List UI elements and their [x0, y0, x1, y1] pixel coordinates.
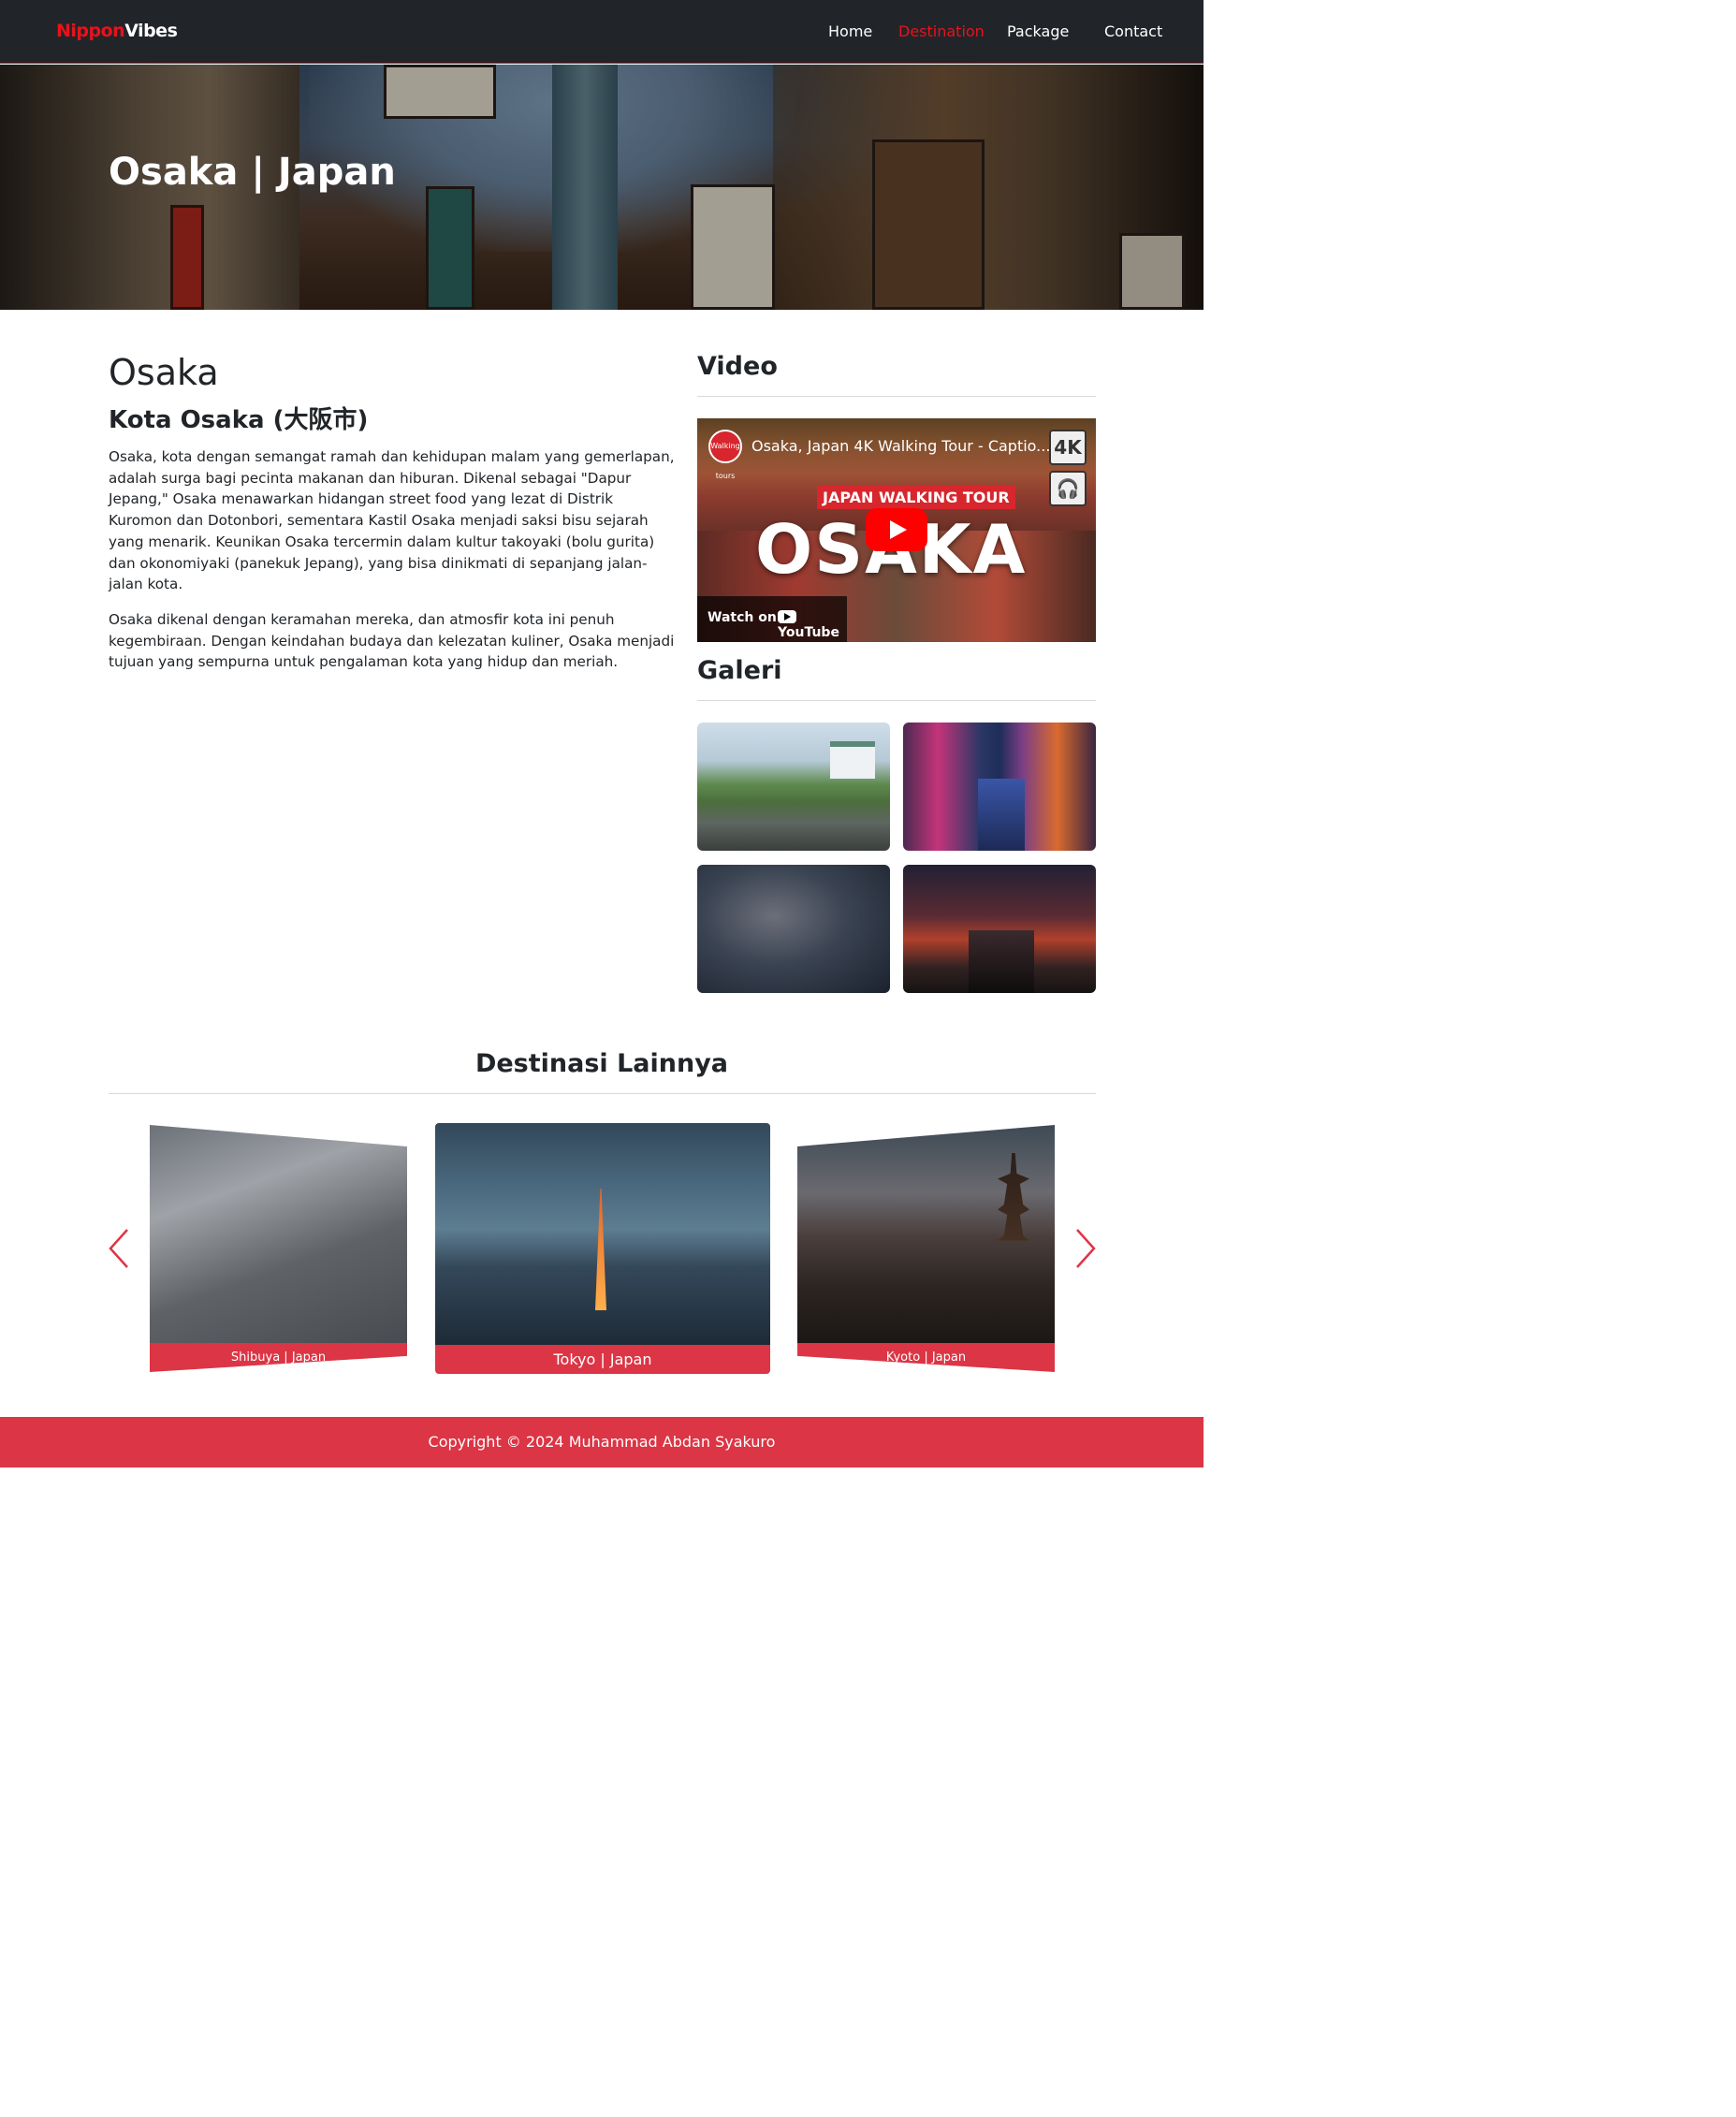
video-banner: JAPAN WALKING TOUR: [817, 486, 1015, 509]
gallery-image-dotonbori-canal[interactable]: [903, 723, 1096, 851]
pagoda-shape: [998, 1153, 1029, 1241]
hero-title: Osaka | Japan: [109, 151, 396, 194]
destination-caption: Tokyo | Japan: [435, 1345, 770, 1374]
brand-part-1: Nippon: [56, 21, 125, 41]
gallery-heading: Galeri: [697, 656, 782, 685]
chevron-right-icon[interactable]: [1074, 1226, 1097, 1271]
youtube-label: YouTube: [778, 625, 839, 640]
destination-image: [797, 1125, 1055, 1350]
destination-card-tokyo[interactable]: Tokyo | Japan: [435, 1123, 770, 1374]
footer-copyright: Copyright © 2024 Muhammad Abdan Syakuro: [428, 1433, 776, 1451]
nav-package[interactable]: Package: [1007, 22, 1069, 40]
hero-banner: Osaka | Japan: [0, 65, 1204, 310]
castle-shape: [830, 741, 875, 779]
video-title[interactable]: Osaka, Japan 4K Walking Tour - Captio...: [751, 437, 1050, 455]
destinations-heading: Destinasi Lainnya: [474, 1049, 729, 1078]
brand-logo[interactable]: NipponVibes: [56, 21, 178, 41]
gallery-image-shinsekai-street[interactable]: [903, 865, 1096, 993]
gallery-divider: [697, 700, 1096, 701]
article-subheading: Kota Osaka (大阪市): [109, 406, 369, 434]
nav-contact[interactable]: Contact: [1104, 22, 1162, 40]
destination-caption: Kyoto | Japan: [797, 1343, 1055, 1372]
headphone-icon: 🎧: [1049, 471, 1087, 506]
play-button-icon[interactable]: [866, 508, 927, 551]
footer: Copyright © 2024 Muhammad Abdan Syakuro: [0, 1417, 1204, 1467]
destination-caption: Shibuya | Japan: [150, 1343, 407, 1372]
canal-shape: [978, 779, 1025, 851]
destination-image: [150, 1125, 407, 1350]
gallery-image-osaka-castle[interactable]: [697, 723, 890, 851]
nav-destination[interactable]: Destination: [898, 22, 985, 40]
nav-home[interactable]: Home: [828, 22, 872, 40]
destinations-divider: [109, 1093, 1096, 1094]
video-divider: [697, 396, 1096, 397]
destination-card-shibuya[interactable]: Shibuya | Japan: [150, 1125, 407, 1372]
watch-on-label: Watch on: [708, 610, 777, 625]
street-shape: [969, 930, 1034, 993]
article-paragraph-1: Osaka, kota dengan semangat ramah dan ke…: [109, 448, 675, 593]
youtube-icon: [778, 610, 796, 623]
watch-on-youtube-button[interactable]: Watch on YouTube: [697, 596, 847, 642]
chevron-left-icon[interactable]: [108, 1226, 130, 1271]
article-heading: Osaka: [109, 352, 219, 393]
youtube-video-embed[interactable]: Walking tours Osaka, Japan 4K Walking To…: [697, 418, 1096, 642]
channel-avatar[interactable]: Walking tours: [708, 430, 742, 480]
youtube-logo: YouTube: [778, 610, 847, 640]
destination-image: [435, 1123, 770, 1345]
4k-badge: 4K: [1049, 430, 1087, 465]
tokyo-tower-shape: [595, 1189, 606, 1310]
gallery-image-city-night[interactable]: [697, 865, 890, 993]
article-paragraph-2: Osaka dikenal dengan keramahan mereka, d…: [109, 611, 675, 671]
navbar: NipponVibes Home Destination Package Con…: [0, 0, 1204, 64]
video-heading: Video: [697, 352, 778, 381]
brand-part-2: Vibes: [124, 21, 178, 41]
destination-card-kyoto[interactable]: Kyoto | Japan: [797, 1125, 1055, 1372]
